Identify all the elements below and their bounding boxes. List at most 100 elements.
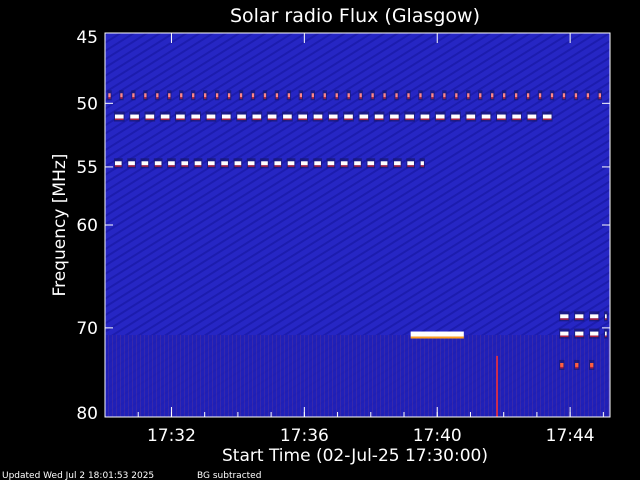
band-segment <box>451 114 460 119</box>
band-segment <box>275 93 279 98</box>
band-edge <box>605 318 607 320</box>
band-segment <box>395 93 398 98</box>
band-edge <box>359 118 369 121</box>
band-segment <box>481 114 491 119</box>
band-edge <box>180 97 183 99</box>
x-axis-label: Start Time (02-Jul-25 17:30:00) <box>222 446 488 466</box>
band-segment <box>590 362 594 367</box>
band-segment <box>328 114 338 119</box>
band-edge <box>313 118 323 121</box>
band-edge <box>538 97 542 99</box>
band-edge <box>562 97 566 99</box>
band-edge <box>367 165 375 167</box>
band-segment <box>298 114 307 119</box>
band-segment <box>407 93 410 98</box>
band-edge <box>526 97 530 99</box>
band-edge <box>481 118 491 121</box>
band-segment <box>605 331 607 336</box>
band-segment <box>431 93 434 98</box>
band-edge <box>514 97 518 99</box>
band-segment <box>605 314 607 319</box>
band-edge <box>407 165 414 167</box>
band-segment <box>227 93 231 98</box>
band-segment <box>191 114 201 119</box>
band-segment <box>598 93 602 98</box>
band-edge <box>299 97 303 99</box>
y-axis-label: Frequency [MHz] <box>50 154 70 297</box>
chart-title: Solar radio Flux (Glasgow) <box>230 5 480 27</box>
band-segment <box>181 161 189 166</box>
band-segment <box>263 93 267 98</box>
band-segment <box>514 93 518 98</box>
band-segment <box>168 93 171 98</box>
band-edge <box>283 118 292 121</box>
band-edge <box>340 165 348 167</box>
band-segment <box>215 93 219 98</box>
band-edge <box>251 97 255 99</box>
band-edge <box>263 97 267 99</box>
y-tick-label: 60 <box>76 216 98 236</box>
band-segment <box>479 93 482 98</box>
band-segment <box>435 114 445 119</box>
band-segment <box>204 93 207 98</box>
band-edge <box>359 97 362 99</box>
band-segment <box>144 93 147 98</box>
band-edge <box>275 97 279 99</box>
band-segment <box>503 93 506 98</box>
band-segment <box>560 362 564 367</box>
band-edge <box>598 97 602 99</box>
band-segment <box>367 161 375 166</box>
band-segment <box>340 161 348 166</box>
band-edge <box>204 97 207 99</box>
band-edge <box>301 165 308 167</box>
band-edge <box>405 118 414 121</box>
x-tick-label: 17:32 <box>147 426 196 446</box>
band-segment <box>221 161 228 166</box>
band-edge <box>512 118 521 121</box>
band-segment <box>114 161 122 166</box>
band-segment <box>287 161 295 166</box>
band-segment <box>407 161 414 166</box>
band-segment <box>394 161 401 166</box>
band-segment <box>574 93 578 98</box>
band-edge <box>120 97 123 99</box>
band-edge <box>451 118 460 121</box>
band-segment <box>467 93 470 98</box>
band-segment <box>344 114 353 119</box>
burst-edge <box>410 336 464 339</box>
band-edge <box>114 165 122 167</box>
band-segment <box>575 331 584 336</box>
y-tick-label: 55 <box>76 158 98 178</box>
band-segment <box>145 114 155 119</box>
band-segment <box>313 114 323 119</box>
band-edge <box>497 118 506 121</box>
band-segment <box>354 161 361 166</box>
band-segment <box>383 93 386 98</box>
band-edge <box>287 97 291 99</box>
band-segment <box>156 93 159 98</box>
band-segment <box>154 161 162 166</box>
band-segment <box>542 114 552 119</box>
band-edge <box>542 118 552 121</box>
band-segment <box>267 114 277 119</box>
band-edge <box>130 118 139 121</box>
band-edge <box>574 97 578 99</box>
low-frequency-noise-region <box>105 335 610 417</box>
band-edge <box>239 97 243 99</box>
band-segment <box>560 314 569 319</box>
band-edge <box>141 165 149 167</box>
band-segment <box>274 161 282 166</box>
band-edge <box>335 97 338 99</box>
band-segment <box>239 93 243 98</box>
band-edge <box>194 165 202 167</box>
band-segment <box>237 114 246 119</box>
band-segment <box>586 93 590 98</box>
band-edge <box>132 97 135 99</box>
band-segment <box>380 161 388 166</box>
band-segment <box>359 114 369 119</box>
band-segment <box>207 161 215 166</box>
band-segment <box>180 93 183 98</box>
band-segment <box>323 93 326 98</box>
y-tick-label: 45 <box>76 28 98 48</box>
band-edge <box>590 318 599 320</box>
